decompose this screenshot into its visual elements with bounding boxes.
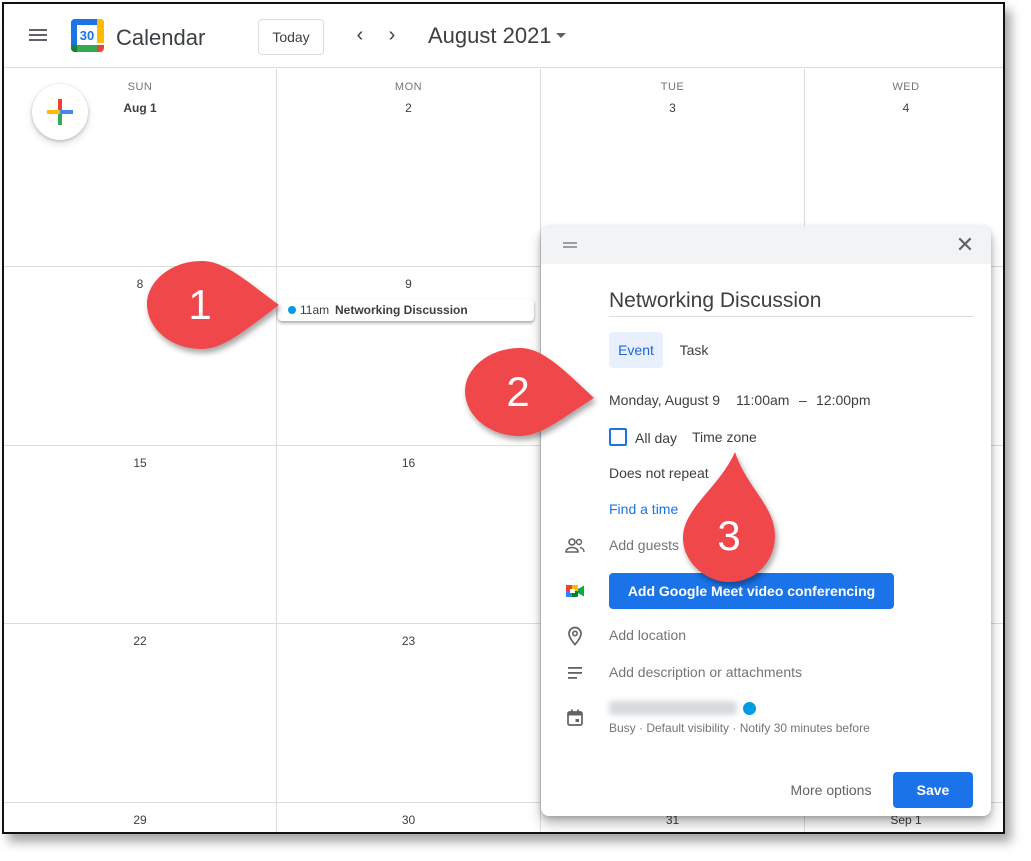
close-icon[interactable]: ✕	[954, 234, 976, 256]
top-bar: 30 Calendar Today ‹ › August 2021	[4, 4, 1003, 68]
time-range-dash: –	[799, 392, 807, 408]
day-number[interactable]: 23	[277, 634, 540, 648]
weekday-header: MON	[394, 81, 423, 93]
day-number[interactable]: 9	[277, 277, 540, 291]
day-number[interactable]: 3	[541, 101, 804, 115]
guests-icon	[565, 536, 585, 556]
weekday-header: WED	[892, 81, 920, 93]
add-guests-input[interactable]: Add guests	[609, 537, 679, 553]
callout-marker-3: 3	[679, 448, 789, 598]
logo-day-number: 30	[77, 25, 97, 45]
location-pin-icon	[565, 626, 585, 646]
callout-number: 1	[188, 281, 211, 328]
event-chip[interactable]: 11am Networking Discussion	[278, 299, 534, 321]
calendar-color-dot[interactable]	[743, 702, 756, 715]
add-location-input[interactable]: Add location	[609, 627, 686, 643]
day-cell[interactable]: 16	[277, 446, 541, 624]
day-cell[interactable]: 29	[4, 803, 277, 832]
event-start-time[interactable]: 11:00am	[736, 392, 789, 408]
save-button[interactable]: Save	[893, 772, 973, 808]
event-date[interactable]: Monday, August 9	[609, 392, 720, 408]
day-number[interactable]: 15	[4, 456, 276, 470]
callout-number: 3	[717, 512, 740, 559]
tab-event[interactable]: Event	[609, 332, 663, 368]
callout-marker-2: 2	[462, 346, 612, 446]
callout-number: 2	[506, 368, 529, 415]
next-month-icon[interactable]: ›	[382, 25, 402, 46]
all-day-label: All day	[635, 430, 678, 446]
event-chip-title: Networking Discussion	[335, 303, 468, 317]
day-number[interactable]: 29	[4, 813, 276, 827]
calendar-icon	[565, 708, 585, 728]
month-title[interactable]: August 2021	[428, 23, 552, 49]
day-number[interactable]: 16	[277, 456, 540, 470]
previous-month-icon[interactable]: ‹	[350, 25, 370, 46]
tab-task[interactable]: Task	[669, 332, 719, 368]
day-number[interactable]: 4	[805, 101, 1003, 115]
weekday-header: TUE	[660, 81, 685, 93]
more-options-button[interactable]: More options	[779, 772, 883, 808]
today-button[interactable]: Today	[258, 19, 324, 55]
event-chip-time: 11am	[300, 303, 330, 317]
calendar-meta-text: Busy · Default visibility · Notify 30 mi…	[609, 721, 870, 735]
description-icon	[565, 663, 585, 683]
time-zone-button[interactable]: Time zone	[692, 429, 757, 445]
calendar-owner-name-blurred[interactable]	[609, 701, 737, 715]
drag-handle-icon[interactable]	[563, 242, 577, 248]
app-title: Calendar	[116, 25, 206, 50]
calendar-logo-icon: 30	[71, 19, 104, 52]
month-dropdown-caret-icon[interactable]	[556, 33, 566, 38]
calendar-window: 30 Calendar Today ‹ › August 2021 SUN Au…	[2, 2, 1005, 834]
create-event-button[interactable]	[32, 84, 88, 140]
dialog-header-bar[interactable]: ✕	[541, 226, 991, 264]
main-menu-icon[interactable]	[26, 26, 50, 46]
add-description-input[interactable]: Add description or attachments	[609, 664, 802, 680]
day-number[interactable]: 30	[277, 813, 540, 827]
day-number[interactable]: 22	[4, 634, 276, 648]
google-meet-icon	[565, 581, 585, 601]
day-cell[interactable]: 23	[277, 624, 541, 803]
find-a-time-link[interactable]: Find a time	[609, 501, 678, 517]
day-number[interactable]: 2	[277, 101, 540, 115]
day-cell[interactable]: 22	[4, 624, 277, 803]
event-title-input[interactable]	[609, 285, 973, 317]
callout-marker-1: 1	[144, 259, 294, 359]
day-cell[interactable]: MON 2	[277, 69, 541, 267]
day-cell[interactable]: 15	[4, 446, 277, 624]
event-end-time[interactable]: 12:00pm	[816, 392, 870, 408]
day-cell[interactable]: 30	[277, 803, 541, 832]
